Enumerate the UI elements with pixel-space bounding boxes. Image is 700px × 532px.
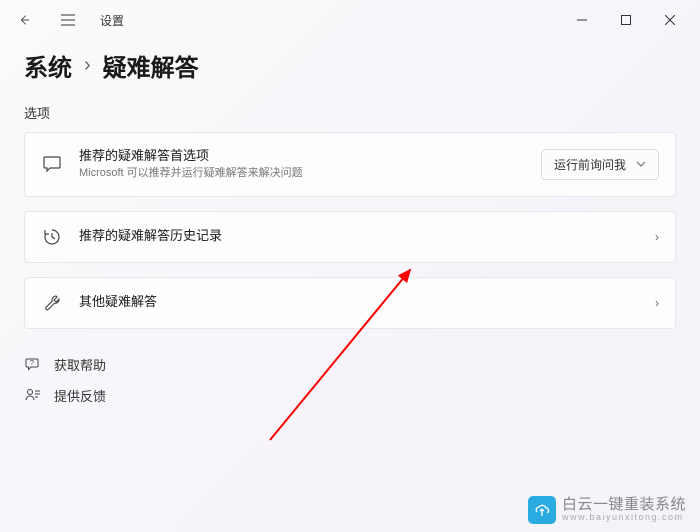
watermark: 白云一键重装系统 www.baiyunxitong.com [528, 496, 686, 524]
main-content: 系统 › 疑难解答 选项 推荐的疑难解答首选项 Microsoft 可以推荐并运… [0, 40, 700, 411]
menu-button[interactable] [52, 4, 84, 36]
minimize-icon [577, 15, 587, 25]
watermark-logo-icon [528, 496, 556, 524]
card-group-other: 其他疑难解答 › [24, 277, 676, 329]
feedback-icon [24, 386, 42, 404]
chevron-right-icon: › [655, 230, 659, 244]
history-icon [41, 226, 63, 248]
card-title: 推荐的疑难解答首选项 [79, 147, 525, 165]
maximize-icon [621, 15, 631, 25]
help-icon: ? [24, 355, 42, 373]
window-controls [560, 4, 692, 36]
card-text: 推荐的疑难解答首选项 Microsoft 可以推荐并运行疑难解答来解决问题 [79, 147, 525, 182]
card-other-troubleshoot[interactable]: 其他疑难解答 › [24, 277, 676, 329]
wrench-icon [41, 292, 63, 314]
card-recommended-preferences[interactable]: 推荐的疑难解答首选项 Microsoft 可以推荐并运行疑难解答来解决问题 运行… [24, 132, 676, 197]
chevron-right-icon: › [655, 296, 659, 310]
card-title: 推荐的疑难解答历史记录 [79, 227, 639, 245]
card-history[interactable]: 推荐的疑难解答历史记录 › [24, 211, 676, 263]
help-label: 获取帮助 [54, 355, 106, 374]
section-label: 选项 [24, 103, 676, 122]
feedback-link[interactable]: 提供反馈 [24, 380, 676, 411]
breadcrumb-separator: › [84, 54, 91, 77]
card-group-history: 推荐的疑难解答历史记录 › [24, 211, 676, 263]
watermark-title: 白云一键重装系统 [562, 497, 686, 514]
card-text: 其他疑难解答 [79, 293, 639, 311]
feedback-label: 提供反馈 [54, 386, 106, 405]
chevron-down-icon [636, 161, 646, 167]
dropdown-ask-before-run[interactable]: 运行前询问我 [541, 149, 659, 180]
breadcrumb-parent[interactable]: 系统 [24, 48, 72, 83]
back-arrow-icon [17, 13, 31, 27]
card-group-main: 推荐的疑难解答首选项 Microsoft 可以推荐并运行疑难解答来解决问题 运行… [24, 132, 676, 197]
app-title: 设置 [100, 12, 124, 29]
card-text: 推荐的疑难解答历史记录 [79, 227, 639, 245]
card-subtitle: Microsoft 可以推荐并运行疑难解答来解决问题 [79, 166, 525, 181]
close-button[interactable] [648, 4, 692, 36]
titlebar: 设置 [0, 0, 700, 40]
footer-links: ? 获取帮助 提供反馈 [24, 349, 676, 411]
help-link[interactable]: ? 获取帮助 [24, 349, 676, 380]
watermark-url: www.baiyunxitong.com [562, 513, 686, 523]
breadcrumb: 系统 › 疑难解答 [24, 48, 676, 83]
titlebar-left: 设置 [8, 4, 124, 36]
maximize-button[interactable] [604, 4, 648, 36]
breadcrumb-current: 疑难解答 [103, 48, 199, 83]
watermark-text: 白云一键重装系统 www.baiyunxitong.com [562, 497, 686, 523]
dropdown-label: 运行前询问我 [554, 156, 626, 173]
speech-bubble-icon [41, 153, 63, 175]
hamburger-icon [60, 13, 76, 27]
minimize-button[interactable] [560, 4, 604, 36]
back-button[interactable] [8, 4, 40, 36]
close-icon [665, 15, 675, 25]
card-title: 其他疑难解答 [79, 293, 639, 311]
svg-text:?: ? [30, 360, 34, 367]
